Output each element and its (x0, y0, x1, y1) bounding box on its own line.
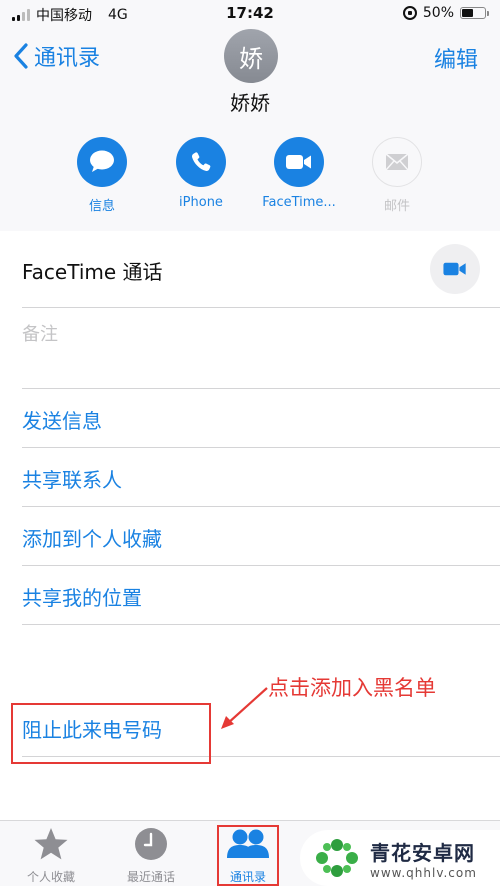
contact-name: 娇娇 (230, 91, 270, 115)
share-contact-option[interactable]: 共享联系人 (0, 448, 500, 506)
watermark-title: 青花安卓网 (370, 840, 475, 865)
avatar: 娇 (224, 29, 278, 83)
tab-favorites[interactable]: 个人收藏 (11, 827, 91, 885)
facetime-video-button[interactable] (430, 244, 480, 294)
share-location-label: 共享我的位置 (22, 586, 142, 610)
facetime-action-label: FaceTime... (262, 195, 336, 210)
tab-highlight-box (217, 825, 279, 886)
back-label: 通讯录 (34, 46, 101, 71)
phone-icon (191, 152, 211, 172)
edit-button[interactable]: 编辑 (434, 42, 478, 74)
battery-icon (460, 7, 489, 19)
annotation-arrow-icon (221, 687, 268, 729)
phone-action-button[interactable]: iPhone (151, 137, 251, 210)
message-action-label: 信息 (88, 199, 115, 214)
watermark-logo-icon (316, 839, 358, 877)
status-bar: 中国移动 4G 17:42 50% (0, 0, 500, 28)
tab-recents[interactable]: 最近通话 (111, 827, 191, 885)
facetime-action-button[interactable]: FaceTime... (249, 137, 349, 210)
rotation-lock-icon (402, 6, 417, 20)
facetime-call-row[interactable]: FaceTime 通话 (0, 231, 500, 309)
mail-action-label: 邮件 (383, 199, 410, 214)
message-action-button[interactable]: 信息 (52, 137, 152, 214)
watermark: 青花安卓网 www.qhhlv.com (300, 830, 500, 886)
send-message-option[interactable]: 发送信息 (0, 389, 500, 447)
battery-percent: 50% (422, 5, 454, 21)
facetime-call-label: FaceTime 通话 (22, 260, 163, 284)
notes-field[interactable]: 备注 (0, 308, 500, 388)
share-contact-label: 共享联系人 (22, 468, 122, 492)
tab-favorites-label: 个人收藏 (26, 870, 75, 884)
tab-recents-label: 最近通话 (126, 870, 175, 884)
star-icon (34, 828, 68, 860)
phone-action-label: iPhone (179, 195, 223, 210)
chevron-left-icon (14, 43, 28, 69)
divider (22, 624, 500, 625)
quick-actions: 信息 iPhone FaceTime... 邮件 (0, 137, 500, 217)
notes-placeholder: 备注 (22, 324, 58, 345)
mail-action-button[interactable]: 邮件 (347, 137, 447, 214)
annotation-text: 点击添加入黑名单 (268, 676, 436, 700)
avatar-initial: 娇 (239, 44, 263, 73)
share-location-option[interactable]: 共享我的位置 (0, 566, 500, 624)
add-to-favorites-label: 添加到个人收藏 (22, 527, 162, 551)
video-icon (443, 262, 466, 276)
back-button[interactable]: 通讯录 (12, 40, 100, 72)
message-icon (90, 150, 114, 172)
annotation-highlight-box (11, 703, 211, 764)
send-message-label: 发送信息 (22, 409, 102, 433)
clock-icon (135, 828, 167, 860)
video-icon (286, 155, 311, 169)
mail-icon (385, 153, 409, 171)
add-to-favorites-option[interactable]: 添加到个人收藏 (0, 507, 500, 565)
watermark-url: www.qhhlv.com (370, 865, 477, 880)
